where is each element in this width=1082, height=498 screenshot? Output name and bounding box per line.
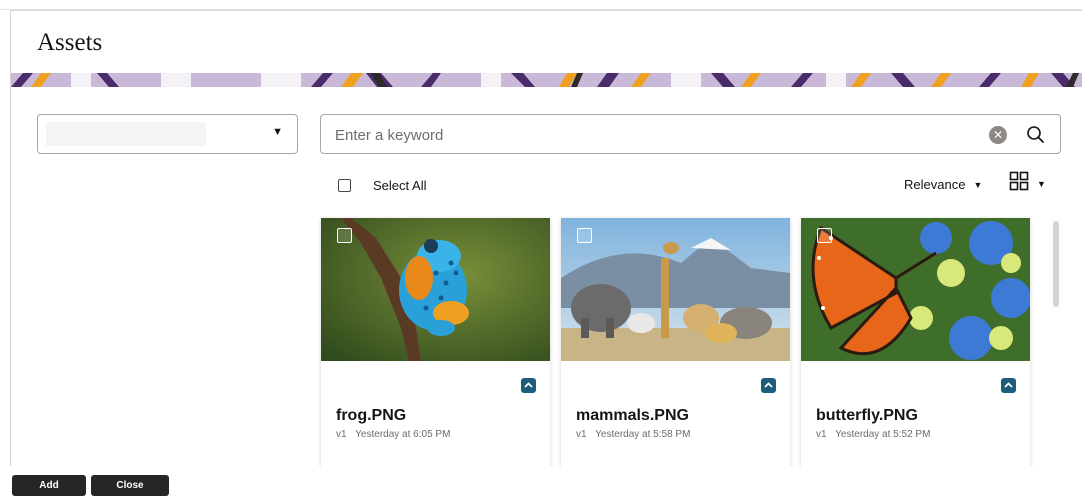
top-strip — [0, 0, 1082, 10]
asset-meta: v1 Yesterday at 6:05 PM — [336, 429, 456, 440]
asset-name[interactable]: mammals.PNG — [576, 407, 689, 425]
chevron-down-icon: ▼ — [272, 126, 283, 138]
decorative-banner — [11, 73, 1082, 87]
select-all[interactable]: Select All — [338, 176, 426, 194]
add-button[interactable]: Add — [12, 475, 86, 496]
search-field: ✕ — [320, 114, 1061, 154]
select-all-checkbox[interactable] — [338, 178, 351, 192]
sort-label: Relevance — [904, 177, 966, 192]
sort-dropdown[interactable]: Relevance ▼ — [904, 177, 982, 192]
search-icon[interactable] — [1025, 124, 1047, 146]
asset-checkbox[interactable] — [817, 228, 832, 243]
dialog-title: Assets — [37, 29, 103, 56]
asset-modified: Yesterday at 6:05 PM — [355, 429, 451, 440]
asset-card[interactable]: frog.PNG v1 Yesterday at 6:05 PM — [321, 218, 550, 466]
mammals-thumbnail — [561, 218, 790, 361]
asset-name[interactable]: frog.PNG — [336, 407, 406, 425]
chevron-up-icon[interactable] — [761, 378, 776, 393]
search-input[interactable] — [335, 123, 955, 147]
folder-select-value — [46, 122, 206, 146]
asset-checkbox[interactable] — [337, 228, 352, 243]
grid-view-icon — [1009, 171, 1029, 196]
asset-card[interactable]: butterfly.PNG v1 Yesterday at 5:52 PM — [801, 218, 1030, 466]
asset-card[interactable]: mammals.PNG v1 Yesterday at 5:58 PM — [561, 218, 790, 466]
frog-thumbnail — [321, 218, 550, 361]
chevron-up-icon[interactable] — [1001, 378, 1016, 393]
dialog-header: Assets — [11, 11, 1082, 73]
chevron-down-icon: ▼ — [973, 179, 983, 190]
view-toggle[interactable]: ▼ — [1009, 171, 1046, 196]
asset-meta: v1 Yesterday at 5:52 PM — [816, 429, 936, 440]
folder-select[interactable]: ▼ — [37, 114, 298, 154]
asset-version: v1 — [336, 429, 347, 440]
asset-version: v1 — [576, 429, 587, 440]
asset-checkbox[interactable] — [577, 228, 592, 243]
asset-version: v1 — [816, 429, 827, 440]
chevron-up-icon[interactable] — [521, 378, 536, 393]
butterfly-thumbnail — [801, 218, 1030, 361]
asset-name[interactable]: butterfly.PNG — [816, 407, 918, 425]
close-button[interactable]: Close — [91, 475, 169, 496]
asset-modified: Yesterday at 5:52 PM — [835, 429, 931, 440]
chevron-down-icon: ▼ — [1037, 178, 1046, 189]
select-all-label: Select All — [373, 177, 427, 193]
clear-icon[interactable]: ✕ — [989, 126, 1007, 144]
scrollbar[interactable] — [1053, 221, 1059, 307]
asset-modified: Yesterday at 5:58 PM — [595, 429, 691, 440]
assets-dialog: Assets ▼ Enter a keyword ✕ Select All Re… — [10, 10, 1082, 466]
asset-meta: v1 Yesterday at 5:58 PM — [576, 429, 696, 440]
